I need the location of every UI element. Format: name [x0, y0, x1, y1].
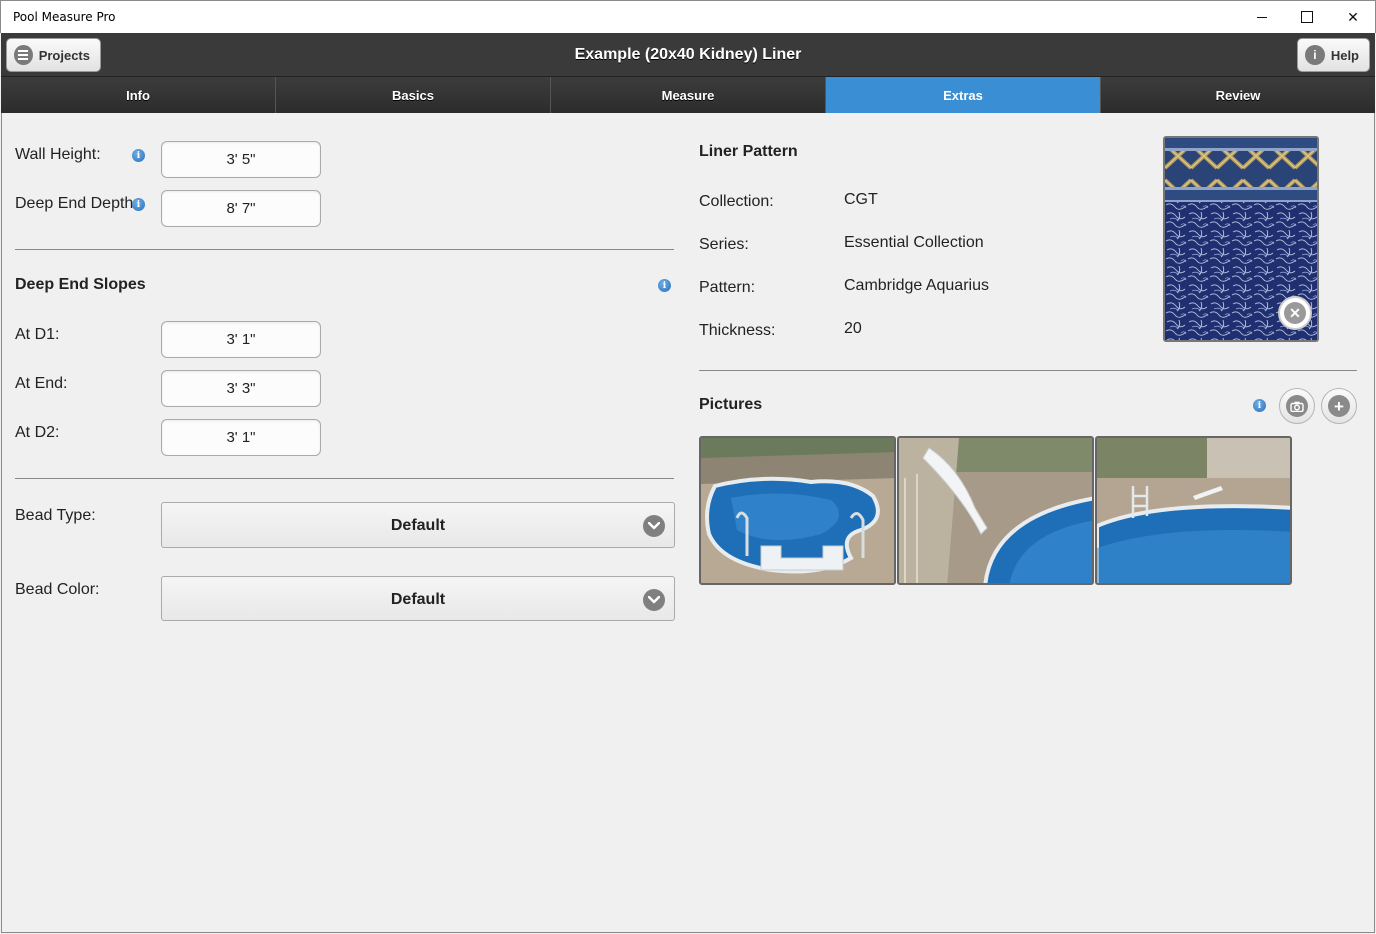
- camera-button[interactable]: [1279, 388, 1315, 424]
- plus-icon: +: [1328, 395, 1350, 417]
- divider: [699, 370, 1357, 371]
- picture-thumbnail-2[interactable]: [897, 436, 1094, 585]
- picture-thumbnail-3[interactable]: [1095, 436, 1292, 585]
- deep-end-slopes-title: Deep End Slopes: [15, 276, 146, 293]
- at-d1-label: At D1:: [15, 326, 60, 343]
- bead-type-value: Default: [390, 517, 446, 534]
- thickness-value: 20: [844, 320, 862, 337]
- deep-end-depth-label: Deep End Depth: [15, 195, 134, 212]
- tab-measure[interactable]: Measure: [551, 77, 826, 113]
- extras-panel: Wall Height: i 3' 5" Deep End Depth i 8'…: [1, 113, 1375, 933]
- bead-color-select[interactable]: Default: [161, 576, 675, 621]
- chevron-down-icon: [643, 515, 665, 537]
- pattern-value: Cambridge Aquarius: [844, 277, 989, 294]
- wall-height-field[interactable]: 3' 5": [161, 141, 321, 178]
- pattern-label: Pattern:: [699, 279, 756, 296]
- bead-color-label: Bead Color:: [15, 581, 100, 598]
- pictures-info-icon[interactable]: i: [1253, 399, 1266, 412]
- help-button-label: Help: [1330, 47, 1359, 63]
- help-button[interactable]: i Help: [1297, 38, 1370, 72]
- camera-icon: [1286, 395, 1308, 417]
- picture-thumbnail-1[interactable]: [699, 436, 896, 585]
- close-icon: ✕: [1284, 302, 1306, 324]
- series-value: Essential Collection: [844, 234, 984, 251]
- series-label: Series:: [699, 236, 749, 253]
- wall-height-info-icon[interactable]: i: [132, 149, 145, 162]
- deep-end-depth-field[interactable]: 8' 7": [161, 190, 321, 227]
- close-button[interactable]: ✕: [1330, 1, 1376, 33]
- at-d2-label: At D2:: [15, 424, 60, 441]
- info-icon: i: [1305, 45, 1325, 65]
- divider: [15, 478, 674, 479]
- minimize-button[interactable]: [1239, 1, 1285, 33]
- thickness-label: Thickness:: [699, 322, 776, 339]
- at-end-label: At End:: [15, 375, 68, 392]
- maximize-button[interactable]: [1284, 1, 1330, 33]
- app-title: Pool Measure Pro: [13, 10, 116, 24]
- bead-type-select[interactable]: Default: [161, 502, 675, 548]
- chevron-down-icon: [643, 589, 665, 611]
- add-picture-button[interactable]: +: [1321, 388, 1357, 424]
- collection-label: Collection:: [699, 193, 774, 210]
- remove-pattern-button[interactable]: ✕: [1278, 296, 1312, 330]
- tab-extras[interactable]: Extras: [826, 77, 1101, 113]
- at-d2-field[interactable]: 3' 1": [161, 419, 321, 456]
- tab-basics[interactable]: Basics: [276, 77, 551, 113]
- deep-end-slopes-info-icon[interactable]: i: [658, 279, 671, 292]
- bead-color-value: Default: [390, 591, 446, 608]
- collection-value: CGT: [844, 191, 878, 208]
- at-end-field[interactable]: 3' 3": [161, 370, 321, 407]
- wall-height-label: Wall Height:: [15, 146, 101, 163]
- divider: [15, 249, 674, 250]
- bead-type-label: Bead Type:: [15, 507, 96, 524]
- page-title: Example (20x40 Kidney) Liner: [574, 46, 802, 63]
- tab-review[interactable]: Review: [1101, 77, 1375, 113]
- tab-bar: Info Basics Measure Extras Review: [1, 77, 1375, 113]
- window-titlebar: Pool Measure Pro ✕: [0, 0, 1376, 33]
- at-d1-field[interactable]: 3' 1": [161, 321, 321, 358]
- app-header: Projects Example (20x40 Kidney) Liner i …: [1, 33, 1375, 77]
- deep-end-depth-info-icon[interactable]: i: [132, 198, 145, 211]
- liner-pattern-title: Liner Pattern: [699, 143, 798, 160]
- tab-info[interactable]: Info: [1, 77, 276, 113]
- pictures-title: Pictures: [699, 396, 763, 413]
